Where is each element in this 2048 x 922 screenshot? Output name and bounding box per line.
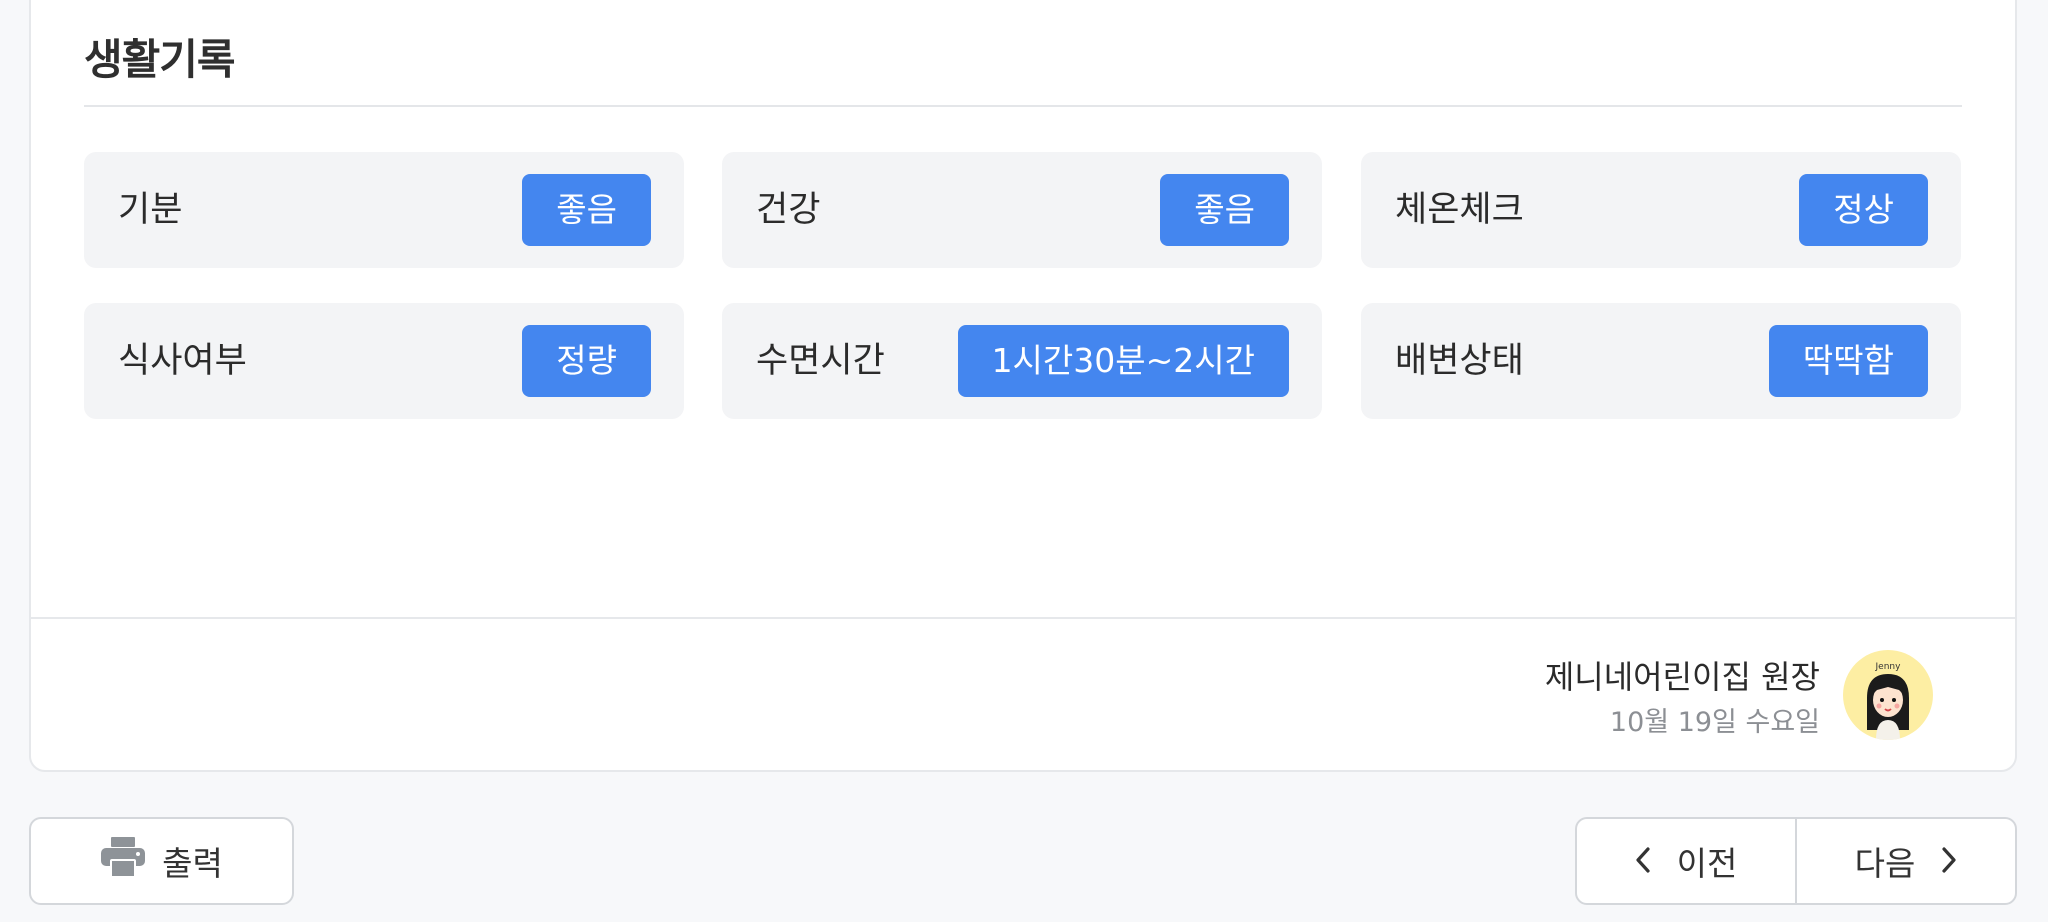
chevron-right-icon — [1941, 842, 1957, 881]
next-button[interactable]: 다음 — [1795, 817, 2017, 905]
record-label: 식사여부 — [118, 341, 247, 381]
section-title: 생활기록 — [84, 35, 236, 84]
record-value-badge: 1시간30분~2시간 — [957, 325, 1289, 397]
record-tile-bowel: 배변상태 딱딱함 — [1361, 303, 1961, 419]
record-value-badge: 좋음 — [522, 174, 651, 246]
record-tile-mood: 기분 좋음 — [84, 152, 684, 268]
record-tile-sleep: 수면시간 1시간30분~2시간 — [722, 303, 1322, 419]
printer-icon — [100, 836, 146, 886]
prev-button[interactable]: 이전 — [1575, 817, 1797, 905]
record-label: 기분 — [118, 190, 183, 230]
footer-divider — [31, 617, 2015, 619]
print-button[interactable]: 출력 — [29, 817, 294, 905]
record-value-badge: 정량 — [522, 325, 651, 397]
title-divider — [84, 105, 1962, 107]
record-label: 수면시간 — [756, 341, 885, 381]
next-label: 다음 — [1854, 844, 1916, 883]
prev-label: 이전 — [1676, 844, 1738, 883]
record-label: 체온체크 — [1395, 190, 1524, 230]
avatar: Jenny — [1843, 650, 1933, 740]
record-value-badge: 정상 — [1799, 174, 1928, 246]
record-label: 배변상태 — [1395, 341, 1524, 381]
record-tile-temperature: 체온체크 정상 — [1361, 152, 1961, 268]
record-tile-health: 건강 좋음 — [722, 152, 1322, 268]
chevron-left-icon — [1635, 842, 1651, 881]
author-date: 10월 19일 수요일 — [1609, 707, 1820, 738]
print-label: 출력 — [162, 844, 223, 883]
record-value-badge: 딱딱함 — [1768, 325, 1928, 397]
record-tile-meal: 식사여부 정량 — [84, 303, 684, 419]
record-value-badge: 좋음 — [1160, 174, 1289, 246]
author-name: 제니네어린이집 원장 — [1544, 658, 1820, 696]
avatar-label: Jenny — [1875, 662, 1902, 672]
record-label: 건강 — [756, 190, 821, 230]
